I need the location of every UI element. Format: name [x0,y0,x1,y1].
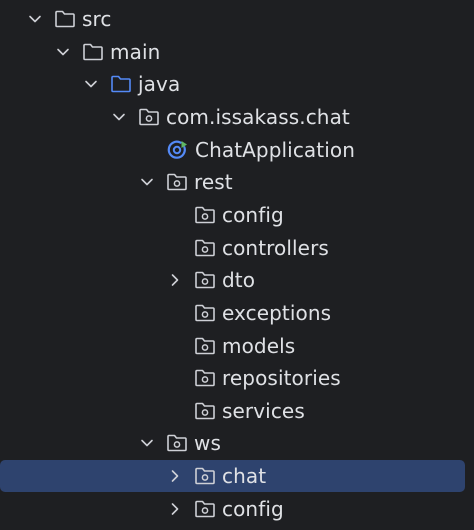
tree-item-ws-config[interactable]: config [0,493,474,525]
chevron-right-icon[interactable] [167,468,183,484]
chevron-down-icon[interactable] [111,109,127,125]
tree-item-label: java [138,72,181,96]
package-icon [195,402,215,420]
spring-boot-app-icon [167,140,187,159]
tree-item-chat[interactable]: chat [0,460,474,492]
tree-item-label: src [82,7,112,31]
package-icon [195,337,215,355]
tree-item-models[interactable]: models [0,330,474,362]
tree-item-src[interactable]: src [0,3,474,35]
tree-item-label: exceptions [222,301,332,325]
tree-item-label: ChatApplication [195,138,355,162]
chevron-down-icon[interactable] [139,435,155,451]
package-icon [195,467,215,485]
tree-item-repositories[interactable]: repositories [0,362,474,394]
tree-item-label: config [222,203,284,227]
tree-item-label: repositories [222,366,341,390]
tree-item-label: models [222,334,296,358]
package-icon [195,206,215,224]
chevron-down-icon[interactable] [55,44,71,60]
folder-icon [83,43,103,61]
tree-item-chatapplication[interactable]: ChatApplication [0,134,474,166]
chevron-right-icon[interactable] [167,272,183,288]
tree-item-exceptions[interactable]: exceptions [0,297,474,329]
chevron-down-icon[interactable] [139,174,155,190]
tree-item-label: ws [194,431,221,455]
tree-item-services[interactable]: services [0,395,474,427]
tree-item-label: controllers [222,236,329,260]
package-icon [167,434,187,452]
package-icon [195,500,215,518]
package-icon [195,304,215,322]
chevron-down-icon[interactable] [27,11,43,27]
folder-icon [55,10,75,28]
package-icon [195,239,215,257]
source-root-folder-icon [111,75,131,93]
package-icon [139,108,159,126]
tree-item-main[interactable]: main [0,36,474,68]
tree-item-label: config [222,497,284,521]
tree-item-label: services [222,399,305,423]
tree-item-label: main [110,40,161,64]
project-tree: src main java com.issakass.chat ChatAppl… [0,0,474,530]
tree-item-dto[interactable]: dto [0,264,474,296]
tree-item-label: com.issakass.chat [166,105,350,129]
chevron-down-icon[interactable] [83,76,99,92]
package-icon [195,369,215,387]
package-icon [167,173,187,191]
tree-item-label: chat [222,464,267,488]
tree-item-label: rest [194,170,233,194]
tree-item-controllers[interactable]: controllers [0,232,474,264]
tree-item-ws[interactable]: ws [0,427,474,459]
tree-item-com-issakass-chat[interactable]: com.issakass.chat [0,101,474,133]
package-icon [195,271,215,289]
tree-item-java[interactable]: java [0,68,474,100]
tree-item-label: dto [222,268,256,292]
chevron-right-icon[interactable] [167,501,183,517]
tree-item-config[interactable]: config [0,199,474,231]
tree-item-rest[interactable]: rest [0,166,474,198]
